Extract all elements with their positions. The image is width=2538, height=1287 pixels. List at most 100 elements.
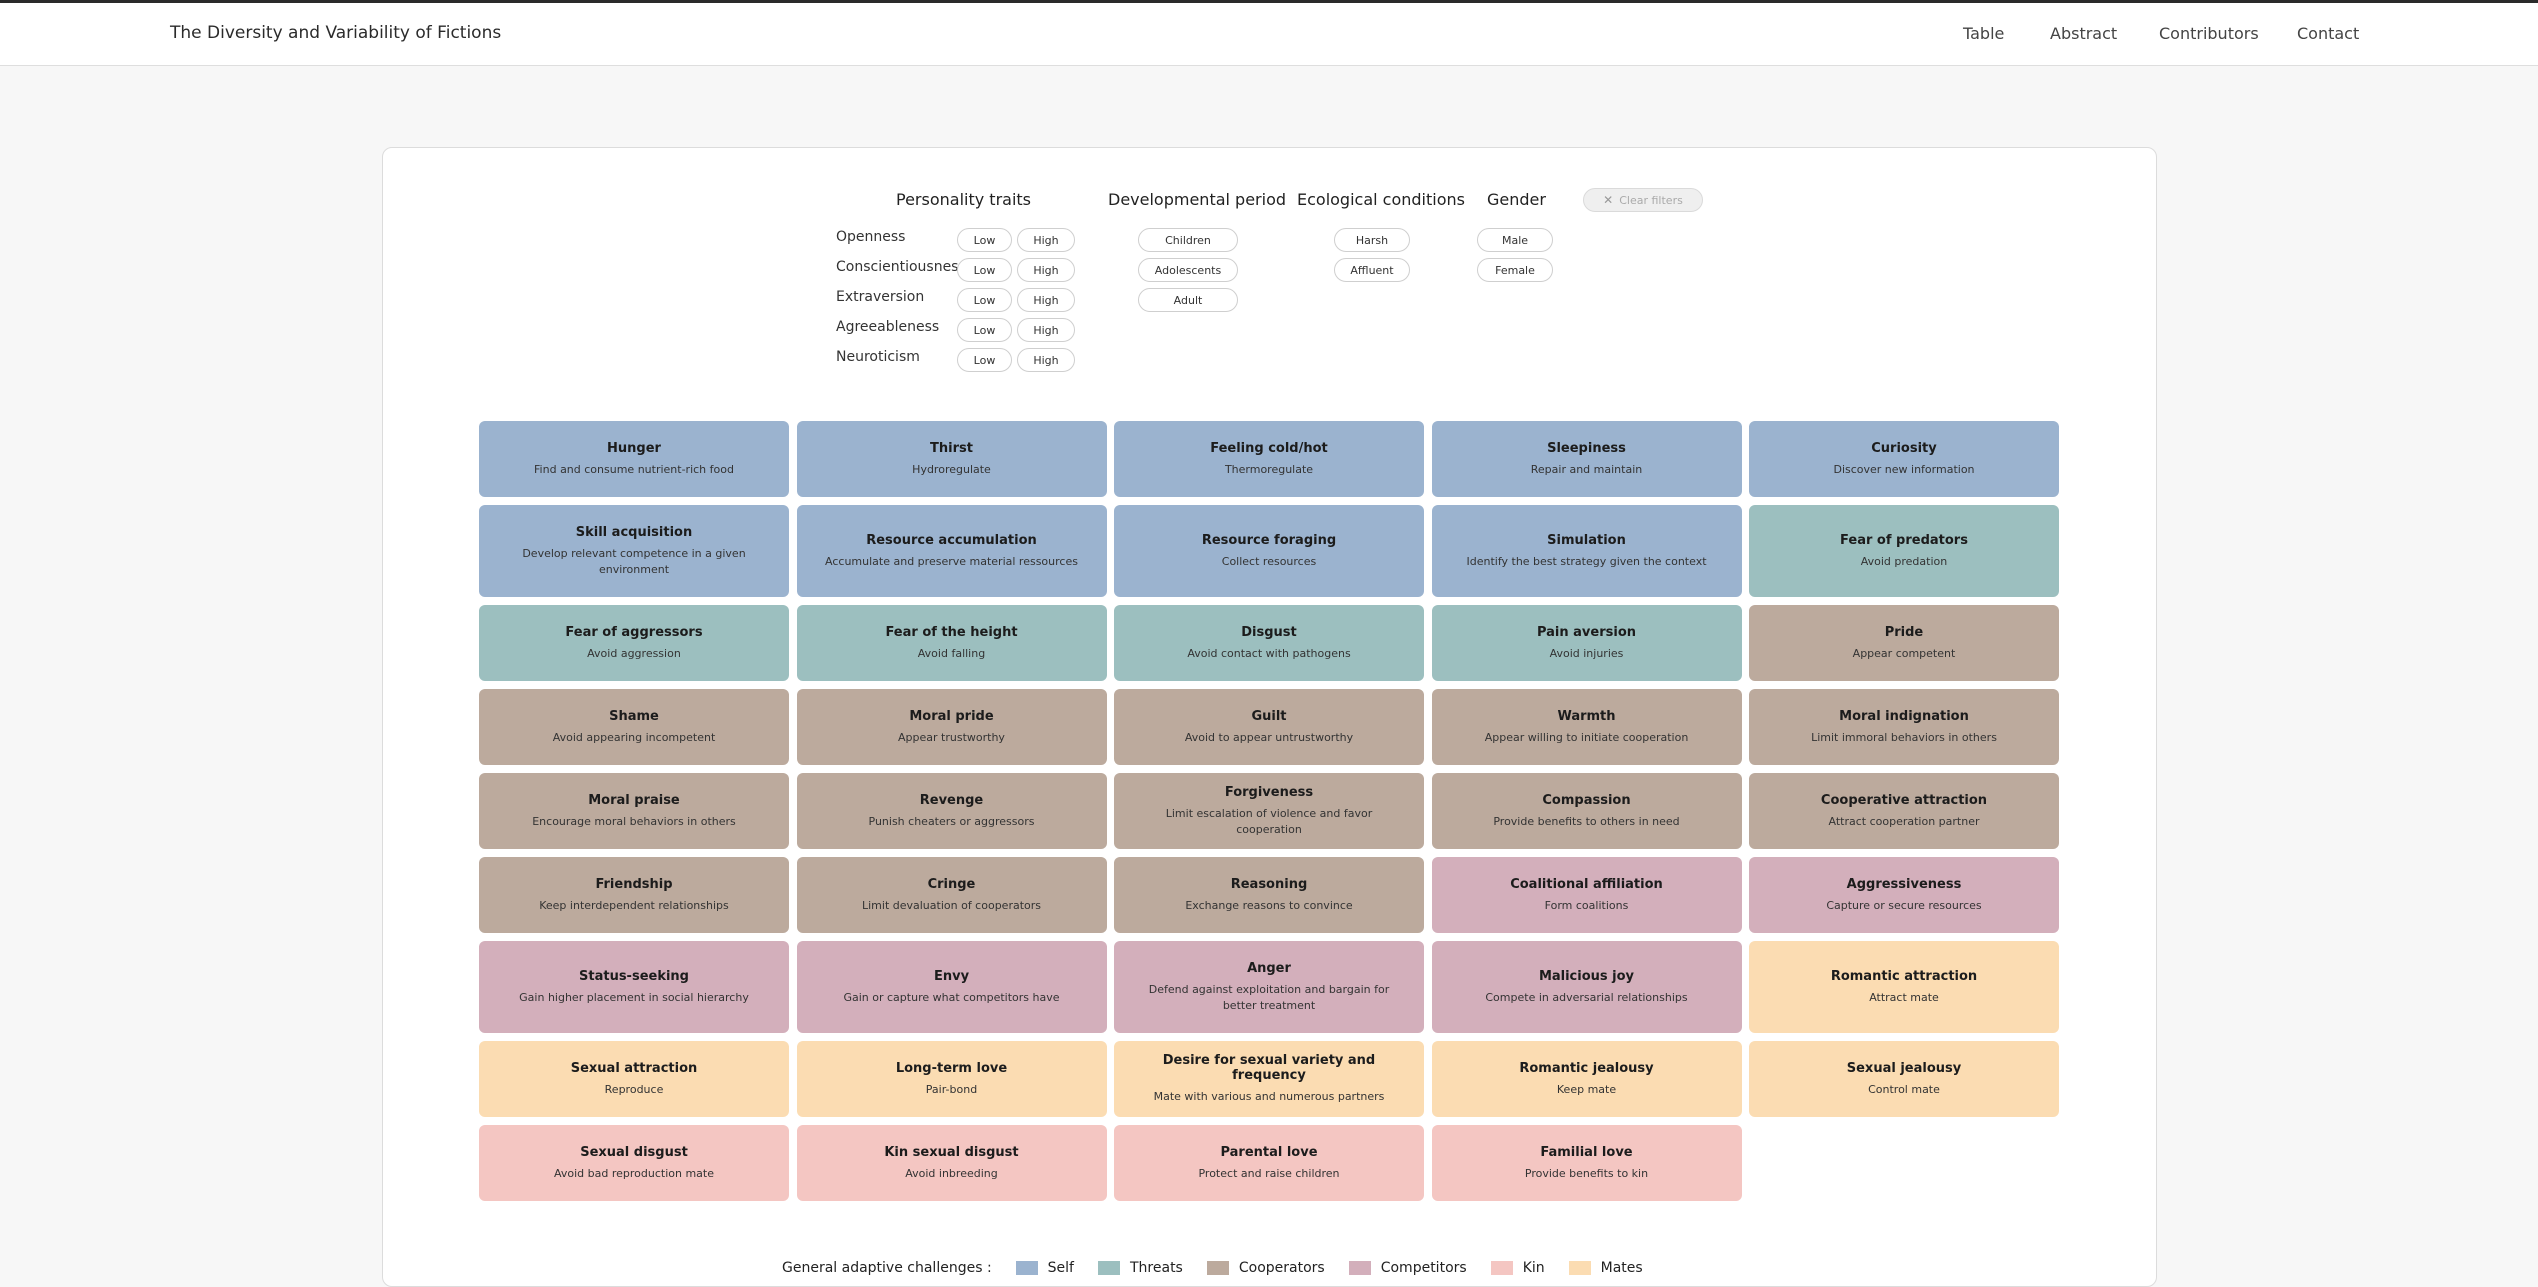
card-familial-love[interactable]: Familial love Provide benefits to kin: [1431, 1125, 1742, 1201]
card-sexual-jealousy[interactable]: Sexual jealousy Control mate: [1749, 1041, 2059, 1117]
nav-link-abstract[interactable]: Abstract: [2050, 24, 2117, 43]
adult-button[interactable]: Adult: [1138, 288, 1238, 312]
card-hunger[interactable]: Hunger Find and consume nutrient-rich foo…: [479, 421, 789, 497]
clear-filters-button[interactable]: ✕ Clear filters: [1583, 188, 1703, 212]
female-button[interactable]: Female: [1477, 258, 1553, 282]
card-long-term-love[interactable]: Long-term love Pair-bond: [796, 1041, 1107, 1117]
card-title: Hunger: [607, 440, 661, 456]
card-shame[interactable]: Shame Avoid appearing incompetent: [479, 689, 789, 765]
gender-title: Gender: [1487, 190, 1546, 209]
agreeableness-high-button[interactable]: High: [1017, 318, 1075, 342]
card-cringe[interactable]: Cringe Limit devaluation of cooperators: [796, 857, 1107, 933]
legend-swatch: [1568, 1261, 1591, 1275]
card-coalitional-affiliation[interactable]: Coalitional affiliation Form coalitions: [1431, 857, 1742, 933]
card-thirst[interactable]: Thirst Hydroregulate: [796, 421, 1107, 497]
extraversion-low-button[interactable]: Low: [957, 288, 1012, 312]
card-moral-praise[interactable]: Moral praise Encourage moral behaviors in…: [479, 773, 789, 849]
card-moral-pride[interactable]: Moral pride Appear trustworthy: [796, 689, 1107, 765]
card-description: Accumulate and preserve material ressour…: [825, 554, 1078, 568]
card-description: Avoid to appear untrustworthy: [1184, 730, 1354, 744]
card-fear-of-aggressors[interactable]: Fear of aggressors Avoid aggression: [479, 605, 789, 681]
card-aggressiveness[interactable]: Aggressiveness Capture or secure resource…: [1749, 857, 2059, 933]
children-button[interactable]: Children: [1138, 228, 1238, 252]
card-guilt[interactable]: Guilt Avoid to appear untrustworthy: [1114, 689, 1424, 765]
neuroticism-high-button[interactable]: High: [1017, 348, 1075, 372]
nav-link-contact[interactable]: Contact: [2297, 24, 2359, 43]
openness-low-button[interactable]: Low: [957, 228, 1012, 252]
card-moral-indignation[interactable]: Moral indignation Limit immoral behaviors…: [1749, 689, 2059, 765]
openness-high-button[interactable]: High: [1017, 228, 1075, 252]
card-romantic-jealousy[interactable]: Romantic jealousy Keep mate: [1431, 1041, 1742, 1117]
card-title: Forgiveness: [1224, 784, 1314, 800]
legend-swatch: [1015, 1261, 1038, 1275]
card-title: Revenge: [919, 792, 984, 808]
card-resource-foraging[interactable]: Resource foraging Collect resources: [1114, 505, 1424, 597]
conscientiousness-low-button[interactable]: Low: [957, 258, 1012, 282]
card-simulation[interactable]: Simulation Identify the best strategy giv…: [1431, 505, 1742, 597]
card-title: Feeling cold/hot: [1210, 440, 1328, 456]
card-title: Sleepiness: [1547, 440, 1626, 456]
conscientiousness-high-button[interactable]: High: [1017, 258, 1075, 282]
card-curiosity[interactable]: Curiosity Discover new information: [1749, 421, 2059, 497]
card-forgiveness[interactable]: Forgiveness Limit escalation of violence …: [1114, 773, 1424, 849]
card-title: Warmth: [1557, 708, 1616, 724]
card-feeling-cold-hot[interactable]: Feeling cold/hot Thermoregulate: [1114, 421, 1424, 497]
card-title: Curiosity: [1871, 440, 1937, 456]
card-kin-sexual-disgust[interactable]: Kin sexual disgust Avoid inbreeding: [796, 1125, 1107, 1201]
card-pain-aversion[interactable]: Pain aversion Avoid injuries: [1431, 605, 1742, 681]
card-romantic-attraction[interactable]: Romantic attraction Attract mate: [1749, 941, 2059, 1033]
adolescents-button[interactable]: Adolescents: [1138, 258, 1238, 282]
card-parental-love[interactable]: Parental love Protect and raise children: [1114, 1125, 1424, 1201]
card-anger[interactable]: Anger Defend against exploitation and bar…: [1114, 941, 1424, 1033]
card-title: Envy: [933, 968, 970, 984]
card-title: Parental love: [1220, 1144, 1318, 1160]
card-sleepiness[interactable]: Sleepiness Repair and maintain: [1431, 421, 1742, 497]
card-title: Guilt: [1251, 708, 1287, 724]
card-fear-of-predators[interactable]: Fear of predators Avoid predation: [1749, 505, 2059, 597]
card-sexual-attraction[interactable]: Sexual attraction Reproduce: [479, 1041, 789, 1117]
card-disgust[interactable]: Disgust Avoid contact with pathogens: [1114, 605, 1424, 681]
card-revenge[interactable]: Revenge Punish cheaters or aggressors: [796, 773, 1107, 849]
card-description: Collect resources: [1221, 554, 1317, 568]
affluent-button[interactable]: Affluent: [1334, 258, 1410, 282]
card-compassion[interactable]: Compassion Provide benefits to others in …: [1431, 773, 1742, 849]
male-button[interactable]: Male: [1477, 228, 1553, 252]
card-pride[interactable]: Pride Appear competent: [1749, 605, 2059, 681]
clear-filters-label: Clear filters: [1619, 193, 1683, 207]
card-description: Avoid aggression: [587, 646, 681, 660]
card-description: Punish cheaters or aggressors: [868, 814, 1035, 828]
card-resource-accumulation[interactable]: Resource accumulation Accumulate and pres…: [796, 505, 1107, 597]
nav-link-table[interactable]: Table: [1963, 24, 2004, 43]
card-description: Develop relevant competence in a given e…: [522, 546, 746, 576]
agreeableness-low-button[interactable]: Low: [957, 318, 1012, 342]
nav-link-contributors[interactable]: Contributors: [2159, 24, 2259, 43]
card-description: Avoid bad reproduction mate: [553, 1166, 714, 1180]
card-desire-for-sexual-variety-and-frequency[interactable]: Desire for sexual variety and frequency M…: [1114, 1041, 1424, 1117]
card-sexual-disgust[interactable]: Sexual disgust Avoid bad reproduction mat…: [479, 1125, 789, 1201]
card-title: Disgust: [1241, 624, 1297, 640]
card-title: Friendship: [595, 876, 673, 892]
harsh-button[interactable]: Harsh: [1334, 228, 1410, 252]
filters-area: Personality traits Openness Conscientiou…: [383, 148, 2156, 388]
card-title: Cooperative attraction: [1820, 792, 1988, 808]
card-malicious-joy[interactable]: Malicious joy Compete in adversarial rela…: [1431, 941, 1742, 1033]
card-envy[interactable]: Envy Gain or capture what competitors hav…: [796, 941, 1107, 1033]
card-friendship[interactable]: Friendship Keep interdependent relationsh…: [479, 857, 789, 933]
card-reasoning[interactable]: Reasoning Exchange reasons to convince: [1114, 857, 1424, 933]
card-warmth[interactable]: Warmth Appear willing to initiate coopera…: [1431, 689, 1742, 765]
close-icon: ✕: [1603, 193, 1614, 207]
card-skill-acquisition[interactable]: Skill acquisition Develop relevant compet…: [479, 505, 789, 597]
card-description: Capture or secure resources: [1826, 898, 1982, 912]
extraversion-high-button[interactable]: High: [1017, 288, 1075, 312]
card-title: Fear of predators: [1840, 532, 1968, 548]
card-title: Shame: [609, 708, 659, 724]
card-fear-of-the-height[interactable]: Fear of the height Avoid falling: [796, 605, 1107, 681]
card-description: Avoid contact with pathogens: [1187, 646, 1351, 660]
trait-label-agreeableness: Agreeableness: [836, 319, 940, 335]
card-description: Attract mate: [1869, 990, 1939, 1004]
card-description: Control mate: [1868, 1082, 1940, 1096]
card-status-seeking[interactable]: Status-seeking Gain higher placement in s…: [479, 941, 789, 1033]
card-title: Anger: [1247, 960, 1291, 976]
card-cooperative-attraction[interactable]: Cooperative attraction Attract cooperatio…: [1749, 773, 2059, 849]
neuroticism-low-button[interactable]: Low: [957, 348, 1012, 372]
